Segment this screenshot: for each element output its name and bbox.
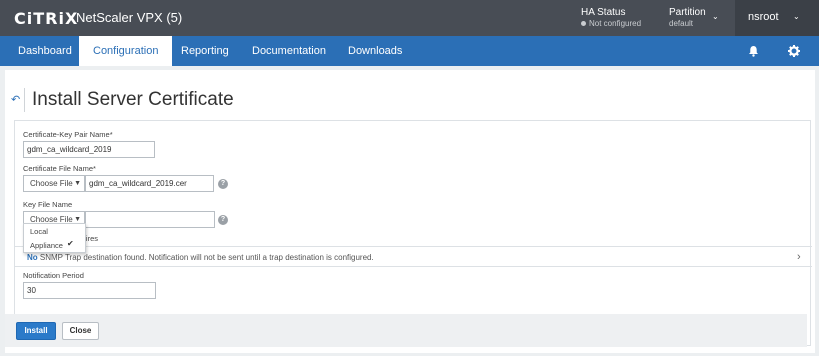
certificate-form: Certificate-Key Pair Name* gdm_ca_wildca… bbox=[14, 120, 812, 346]
ha-status[interactable]: HA Status Not configured bbox=[581, 7, 641, 29]
tab-documentation[interactable]: Documentation bbox=[238, 36, 340, 66]
dropdown-option-appliance[interactable]: Appliance bbox=[30, 241, 63, 250]
tab-reporting[interactable]: Reporting bbox=[167, 36, 243, 66]
cert-file-input[interactable]: gdm_ca_wildcard_2019.cer bbox=[85, 175, 214, 192]
page-title: Install Server Certificate bbox=[32, 89, 234, 110]
citrix-logo: CiTRiX bbox=[14, 9, 79, 28]
caret-down-icon: ▼ bbox=[74, 180, 81, 187]
top-header: CiTRiX NetScaler VPX (5) HA Status Not c… bbox=[0, 0, 819, 36]
status-dot-icon bbox=[581, 21, 586, 26]
key-file-label: Key File Name bbox=[23, 200, 73, 209]
cert-file-label: Certificate File Name* bbox=[23, 164, 96, 173]
tab-downloads[interactable]: Downloads bbox=[334, 36, 416, 66]
gear-icon[interactable] bbox=[784, 36, 804, 66]
help-icon[interactable]: ? bbox=[218, 215, 228, 225]
choose-file-label: Choose File bbox=[30, 179, 73, 188]
back-arrow-icon[interactable]: ↶ bbox=[11, 93, 20, 106]
user-name: nsroot bbox=[748, 11, 779, 23]
content-panel: ↶ Install Server Certificate Certificate… bbox=[5, 70, 815, 353]
tab-configuration[interactable]: Configuration bbox=[79, 36, 173, 66]
main-nav: Dashboard Configuration Reporting Docume… bbox=[0, 36, 819, 66]
notification-period-input[interactable]: 30 bbox=[23, 282, 156, 299]
cert-key-pair-input[interactable]: gdm_ca_wildcard_2019 bbox=[23, 141, 155, 158]
chevron-right-icon: › bbox=[797, 251, 801, 263]
cert-key-pair-label: Certificate-Key Pair Name* bbox=[23, 130, 113, 139]
bell-icon[interactable] bbox=[743, 36, 763, 66]
user-menu[interactable]: nsroot ⌄ bbox=[735, 0, 819, 36]
snmp-notice[interactable]: No SNMP Trap destination found. Notifica… bbox=[15, 246, 812, 267]
form-footer: Install Close bbox=[5, 314, 807, 347]
chevron-down-icon: ⌄ bbox=[712, 12, 719, 21]
install-button[interactable]: Install bbox=[16, 322, 56, 340]
divider bbox=[24, 88, 25, 112]
partition-selector[interactable]: Partition default ⌄ bbox=[669, 7, 719, 29]
notice-text: SNMP Trap destination found. Notificatio… bbox=[37, 253, 374, 262]
ha-status-value: Not configured bbox=[589, 19, 642, 28]
partition-value: default bbox=[669, 19, 694, 28]
key-file-input[interactable] bbox=[85, 211, 215, 228]
partition-label: Partition bbox=[669, 7, 706, 18]
close-button[interactable]: Close bbox=[62, 322, 99, 340]
notification-period-label: Notification Period bbox=[23, 271, 84, 280]
product-name: NetScaler VPX (5) bbox=[76, 10, 183, 25]
ha-status-label: HA Status bbox=[581, 7, 626, 18]
notice-prefix: No bbox=[27, 253, 38, 262]
check-icon: ✔ bbox=[67, 239, 74, 248]
cert-file-choose-button[interactable]: Choose File ▼ bbox=[23, 175, 85, 192]
dropdown-option-local[interactable]: Local bbox=[30, 227, 48, 236]
help-icon[interactable]: ? bbox=[218, 179, 228, 189]
file-source-dropdown: Local Appliance ✔ bbox=[23, 223, 86, 253]
chevron-down-icon: ⌄ bbox=[793, 12, 800, 21]
tab-dashboard[interactable]: Dashboard bbox=[4, 36, 86, 66]
